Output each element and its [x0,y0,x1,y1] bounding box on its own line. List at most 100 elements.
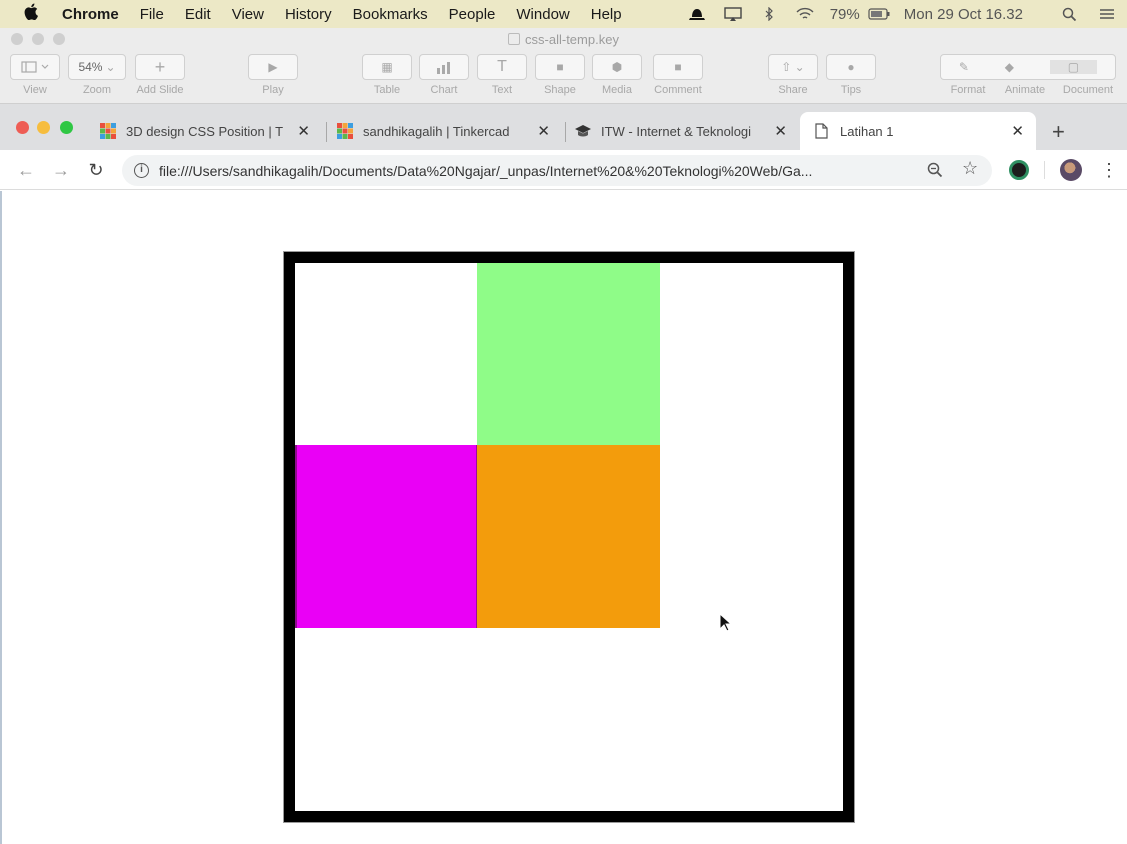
label-play: Play [262,84,284,96]
window-zoom-button[interactable] [60,121,73,134]
keynote-doc-icon [508,33,521,45]
comment-icon: ■ [674,60,682,74]
keynote-media-button[interactable]: ⬢ [592,54,642,80]
keynote-add-slide-button[interactable]: + [135,54,185,80]
menu-edit[interactable]: Edit [185,6,211,23]
chrome-tab-strip: 3D design CSS Position | T ✕ sandhikagal… [0,104,1127,150]
menu-help[interactable]: Help [591,6,622,23]
battery-percent: 79% [829,5,860,23]
tab-close-icon[interactable]: ✕ [774,122,787,140]
menu-view[interactable]: View [232,6,264,23]
keynote-inspector-segment[interactable]: ✎ ◆ ▢ [940,54,1116,80]
keynote-chart-button[interactable] [419,54,469,80]
animate-icon[interactable]: ◆ [1005,60,1014,74]
bluetooth-icon[interactable] [758,6,780,22]
chevron-down-icon: ⌄ [105,60,116,74]
address-bar[interactable]: i file:///Users/sandhikagalih/Documents/… [122,155,992,186]
tips-icon: ● [847,60,855,74]
profile-avatar[interactable] [1060,159,1082,181]
label-media: Media [602,84,632,96]
keynote-table-button[interactable]: ▦ [362,54,412,80]
green-box [477,263,660,446]
extension-icon[interactable] [1009,160,1029,180]
info-icon[interactable]: i [134,163,149,178]
airplay-icon[interactable] [722,7,744,21]
tab-separator [565,122,566,142]
keynote-share-button[interactable]: ⇧ ⌄ [768,54,818,80]
label-share: Share [778,84,808,96]
document-page-icon [814,123,830,139]
menu-people[interactable]: People [449,6,496,23]
chrome-toolbar: ← → ↻ i file:///Users/sandhikagalih/Docu… [0,150,1127,190]
label-zoom: Zoom [82,84,112,96]
keynote-view-button[interactable] [10,54,60,80]
menu-file[interactable]: File [140,6,164,23]
container-box [283,251,855,823]
label-view: View [23,84,47,96]
keynote-play-button[interactable]: ▶ [248,54,298,80]
apple-logo-icon[interactable] [24,3,42,25]
menu-app-name[interactable]: Chrome [62,6,119,23]
tab-tinkercad[interactable]: sandhikagalih | Tinkercad ✕ [337,112,562,150]
tinkercad-icon [100,123,116,139]
hat-icon[interactable] [686,7,708,21]
plus-icon: + [154,56,166,77]
tab-3d-design[interactable]: 3D design CSS Position | T ✕ [100,112,322,150]
label-document: Document [1062,84,1114,96]
menu-history[interactable]: History [285,6,332,23]
view-icon [21,61,49,73]
menu-window[interactable]: Window [516,6,569,23]
label-shape: Shape [544,84,576,96]
bookmark-star-icon[interactable]: ☆ [962,158,978,179]
label-table: Table [373,84,401,96]
macos-menu-bar: Chrome File Edit View History Bookmarks … [0,0,1127,28]
tab-label: 3D design CSS Position | T [126,123,284,139]
orange-box [477,445,660,628]
tab-label: Latihan 1 [840,123,894,139]
share-icon: ⇧ ⌄ [781,60,805,74]
tab-latihan-active[interactable]: Latihan 1 ✕ [800,112,1036,150]
tab-label: sandhikagalih | Tinkercad [363,123,510,139]
media-icon: ⬢ [611,60,623,74]
tab-itw[interactable]: ITW - Internet & Teknologi ✕ [575,112,799,150]
new-tab-button[interactable]: + [1052,119,1065,145]
tab-separator [326,122,327,142]
tab-close-icon[interactable]: ✕ [537,122,550,140]
notification-center-icon[interactable] [1095,7,1117,21]
url-text[interactable]: file:///Users/sandhikagalih/Documents/Da… [159,163,914,179]
spotlight-search-icon[interactable] [1059,7,1081,22]
reload-icon[interactable]: ↻ [84,158,108,182]
keynote-shape-button[interactable]: ■ [535,54,585,80]
keynote-comment-button[interactable]: ■ [653,54,703,80]
label-add-slide: Add Slide [136,84,184,96]
tab-close-icon[interactable]: ✕ [1011,122,1024,140]
window-minimize-button[interactable] [37,121,50,134]
more-menu-icon[interactable]: ⋮ [1100,160,1118,180]
keynote-text-button[interactable]: T [477,54,527,80]
label-tips: Tips [840,84,862,96]
label-chart: Chart [430,84,458,96]
menu-bookmarks[interactable]: Bookmarks [353,6,428,23]
keynote-zoom-select[interactable]: 54% ⌄ [68,54,126,80]
keynote-title: css-all-temp.key [0,32,1127,47]
play-icon: ▶ [268,60,278,74]
wifi-icon[interactable] [794,7,816,21]
forward-arrow-icon[interactable]: → [49,158,73,182]
clock[interactable]: Mon 29 Oct 16.32 [904,6,1023,23]
back-arrow-icon[interactable]: ← [14,158,38,182]
format-icon[interactable]: ✎ [959,60,969,74]
keynote-window: css-all-temp.key 54% ⌄ + ▶ ▦ T ■ ⬢ ■ ⇧ ⌄… [0,28,1127,104]
document-icon[interactable]: ▢ [1049,60,1098,74]
keynote-tips-button[interactable]: ● [826,54,876,80]
zoom-magnifier-icon[interactable] [927,162,943,178]
window-close-button[interactable] [16,121,29,134]
tinkercad-icon [337,123,353,139]
tab-close-icon[interactable]: ✕ [297,122,310,140]
tab-label: ITW - Internet & Teknologi [601,123,752,139]
battery-icon[interactable] [868,7,890,21]
label-text: Text [491,84,513,96]
toolbar-separator [1044,161,1045,179]
chart-icon [437,62,450,74]
zoom-value: 54% [78,60,103,74]
graduation-cap-icon [575,123,591,139]
